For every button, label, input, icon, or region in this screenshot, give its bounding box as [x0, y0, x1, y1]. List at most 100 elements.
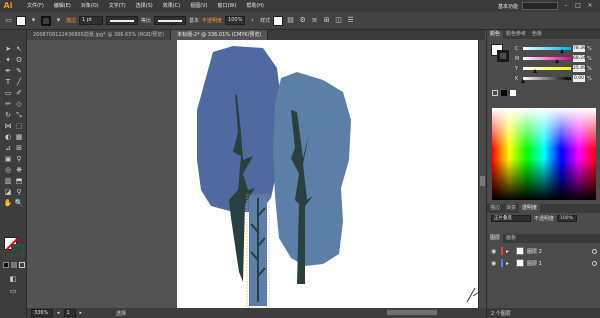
close-button[interactable]: ×	[586, 2, 594, 10]
brush-definition[interactable]	[154, 16, 187, 25]
black-value[interactable]: 0.00	[573, 75, 585, 82]
magenta-knob[interactable]	[555, 59, 559, 63]
help-search-input[interactable]	[522, 2, 558, 10]
stroke-color-box[interactable]	[11, 244, 24, 257]
line-tool-icon[interactable]: ╱	[14, 77, 24, 87]
hand-tool-icon[interactable]: ✋	[3, 198, 13, 208]
screen-mode-icon[interactable]: ▭	[8, 286, 18, 296]
color-mode-icon[interactable]	[3, 262, 9, 268]
perspective-grid-tool-icon[interactable]: ⊿	[3, 143, 13, 153]
tab-document-2[interactable]: 未标题-2* @ 336.01% (CMYK/预览)	[171, 30, 269, 40]
menu-type[interactable]: 文字(T)	[104, 0, 131, 12]
chevron-down-icon[interactable]: ▾	[29, 16, 38, 25]
prev-page-icon[interactable]: ◂	[57, 310, 60, 316]
tab-transparency[interactable]: 透明度	[519, 204, 541, 213]
bottom-right-branch-sketch[interactable]	[466, 287, 478, 303]
stroke-label[interactable]: 描边	[66, 17, 76, 24]
opacity-label[interactable]: 不透明度	[202, 17, 222, 24]
panel-menu-icon[interactable]: ☰	[346, 16, 355, 25]
cyan-value[interactable]: 78.39	[573, 45, 586, 52]
free-transform-tool-icon[interactable]: ⬚	[14, 121, 24, 131]
layer-target-icon[interactable]	[592, 248, 597, 254]
tab-swatches[interactable]: 色板	[529, 30, 545, 39]
none-color-icon[interactable]	[492, 90, 498, 96]
graphic-style-swatch[interactable]	[273, 15, 284, 26]
fill-swatch[interactable]	[16, 15, 26, 26]
gradient-tool-icon[interactable]: ▣	[3, 154, 13, 164]
slice-tool-icon[interactable]: ◪	[3, 187, 13, 197]
color-spectrum[interactable]	[492, 108, 596, 200]
menu-effect[interactable]: 效果(C)	[158, 0, 185, 12]
layer-name[interactable]: 图层 2	[527, 248, 542, 255]
expand-triangle-icon[interactable]: ▸	[506, 248, 513, 255]
white-color-chip[interactable]	[510, 90, 516, 96]
transform-icon[interactable]: ⊞	[322, 16, 331, 25]
lasso-tool-icon[interactable]: ʘ	[14, 55, 24, 65]
direct-selection-tool-icon[interactable]: ↖	[14, 44, 24, 54]
black-knob[interactable]	[521, 79, 525, 83]
tab-color[interactable]: 颜色	[487, 30, 504, 39]
minimize-button[interactable]: –	[562, 2, 570, 10]
draw-mode-icon[interactable]: ◧	[8, 274, 18, 284]
black-color-chip[interactable]	[501, 90, 507, 96]
menu-select[interactable]: 选择(S)	[131, 0, 158, 12]
tab-stroke[interactable]: 描边	[487, 204, 503, 213]
right-tree-canopy[interactable]	[273, 72, 351, 266]
transparency-opacity-field[interactable]: 100%	[557, 215, 578, 222]
zoom-dropdown[interactable]: 336%	[31, 309, 53, 317]
paintbrush-tool-icon[interactable]: ✐	[14, 88, 24, 98]
blend-mode-dropdown[interactable]: 正片叠底	[491, 215, 531, 222]
pencil-tool-icon[interactable]: ✏	[3, 99, 13, 109]
artwork[interactable]	[27, 40, 478, 308]
menu-edit[interactable]: 编辑(E)	[49, 0, 76, 12]
stroke-weight-dropdown[interactable]: 1 pt	[79, 16, 104, 25]
curvature-tool-icon[interactable]: ✎	[14, 66, 24, 76]
blend-tool-icon[interactable]: ◎	[3, 165, 13, 175]
gradient-mode-icon[interactable]	[11, 262, 17, 268]
chevron-right-icon[interactable]: ›	[248, 16, 257, 25]
shape-builder-tool-icon[interactable]: ◐	[3, 132, 13, 142]
vertical-scroll-thumb[interactable]	[480, 176, 485, 186]
scale-tool-icon[interactable]: ⤡	[14, 110, 24, 120]
yellow-knob[interactable]	[533, 69, 537, 73]
opacity-dropdown[interactable]: 100%	[225, 16, 246, 25]
zoom-tool-icon[interactable]: ⚲	[14, 187, 24, 197]
menu-file[interactable]: 文件(F)	[22, 0, 49, 12]
stroke-swatch[interactable]	[41, 15, 51, 26]
vertical-scrollbar[interactable]	[478, 40, 486, 308]
artboard-tool-icon[interactable]: ⬒	[14, 176, 24, 186]
maximize-button[interactable]: □	[574, 2, 582, 10]
tab-layers[interactable]: 图层	[487, 234, 504, 243]
document-setup-icon[interactable]: ▤	[286, 16, 295, 25]
symbol-sprayer-tool-icon[interactable]: ❋	[14, 165, 24, 175]
menu-window[interactable]: 窗口(W)	[212, 0, 241, 12]
mesh-tool-icon[interactable]: ⊞	[14, 143, 24, 153]
horizontal-scroll-thumb[interactable]	[387, 310, 437, 315]
width-tool-icon[interactable]: ⋈	[3, 121, 13, 131]
magenta-value[interactable]: 68.24	[573, 55, 586, 62]
next-page-icon[interactable]: ▸	[80, 310, 83, 316]
magic-wand-tool-icon[interactable]: ✦	[3, 55, 13, 65]
visibility-eye-icon[interactable]: ◉	[491, 260, 498, 267]
eyedropper-tool-icon[interactable]: ⚲	[14, 154, 24, 164]
expand-triangle-icon[interactable]: ▸	[506, 260, 513, 267]
eraser-tool-icon[interactable]: ◇	[14, 99, 24, 109]
black-slider[interactable]	[521, 77, 571, 83]
layer-row-1[interactable]: ◉ ▸ 图层 1	[487, 258, 600, 268]
column-graph-tool-icon[interactable]: ▥	[3, 176, 13, 186]
layer-row-2[interactable]: ◉ ▸ 图层 2	[487, 246, 600, 256]
pen-tool-icon[interactable]: ✒	[3, 66, 13, 76]
visibility-eye-icon[interactable]: ◉	[491, 248, 498, 255]
tab-document-1[interactable]: 2008708122436865前景.jpg* @ 386.65% (RGB/预…	[27, 30, 172, 40]
color-panel-stroke[interactable]	[497, 50, 509, 62]
layer-name[interactable]: 图层 1	[527, 260, 542, 267]
menu-help[interactable]: 帮助(H)	[241, 0, 269, 12]
none-mode-icon[interactable]	[19, 262, 25, 268]
cyan-slider[interactable]	[523, 47, 571, 53]
page-field[interactable]: 1	[63, 309, 76, 317]
zoom-tool-icon[interactable]: 🔍	[14, 198, 24, 208]
canvas-area[interactable]	[27, 40, 479, 308]
cyan-knob[interactable]	[560, 49, 564, 53]
menu-view[interactable]: 视图(V)	[185, 0, 212, 12]
tab-gradient[interactable]: 渐变	[503, 204, 519, 213]
